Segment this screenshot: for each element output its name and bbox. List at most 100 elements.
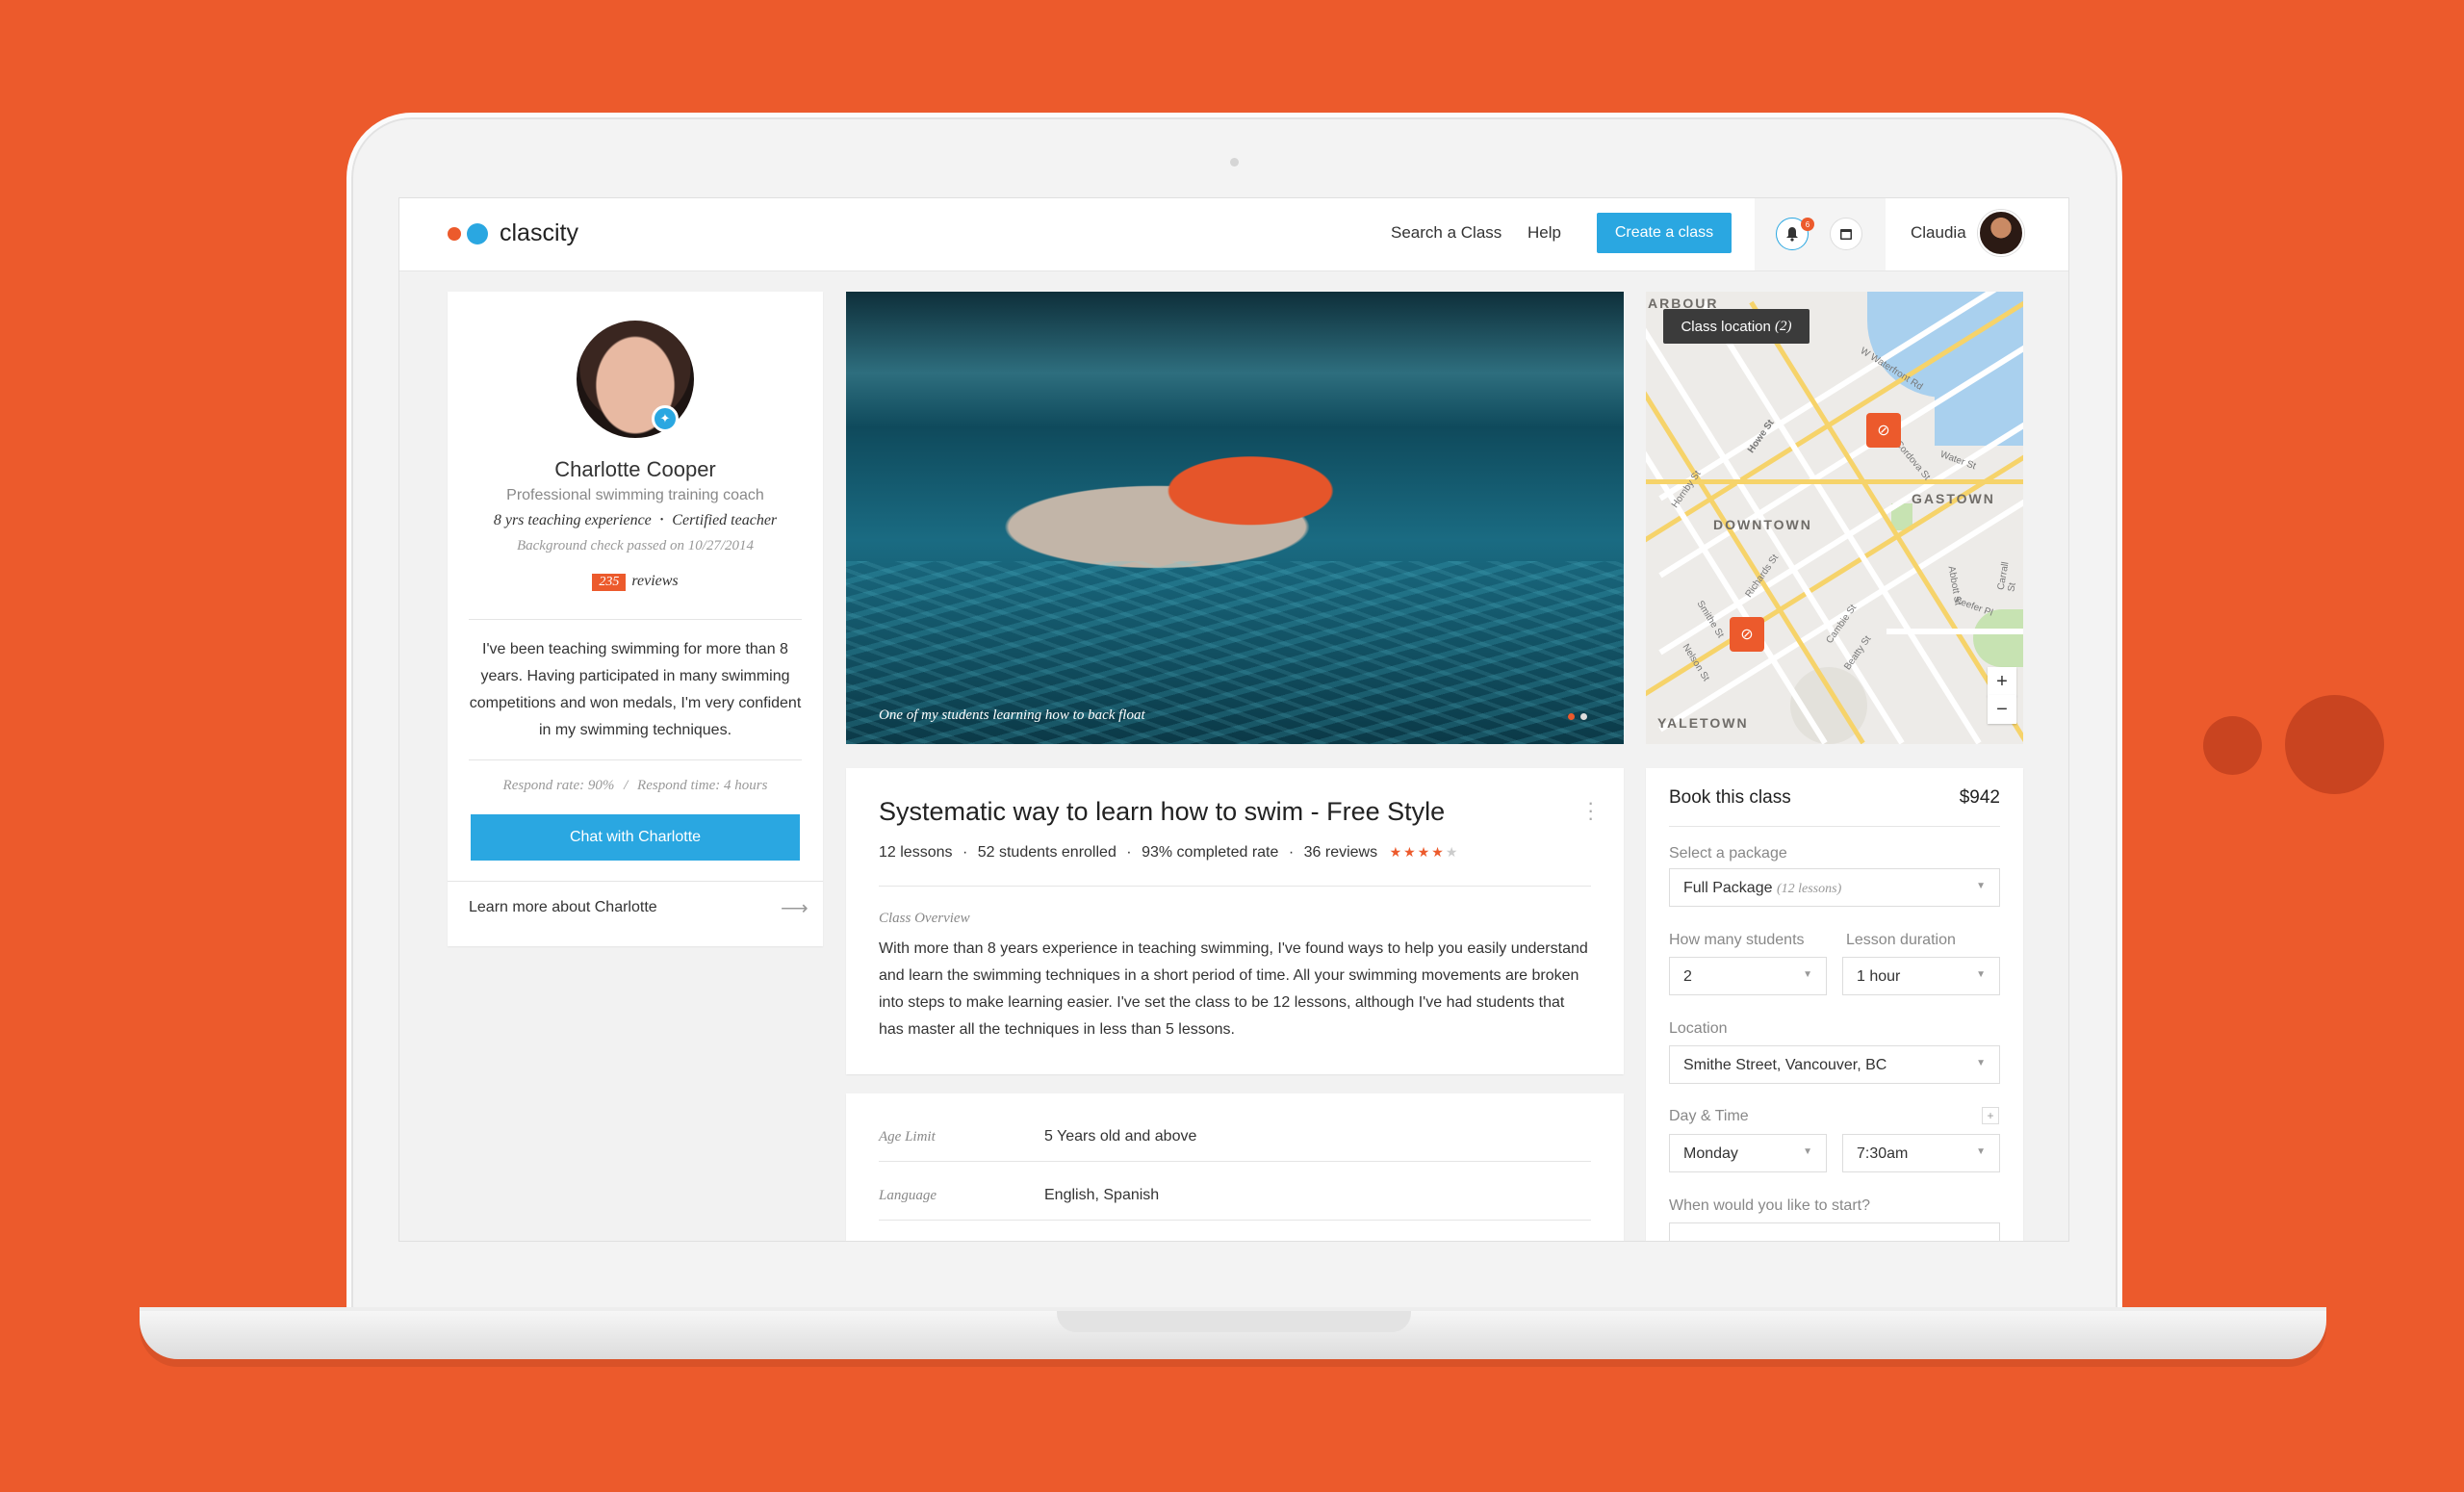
map-park: [1973, 609, 2023, 667]
start-date-input[interactable]: [1669, 1222, 2000, 1241]
age-limit-value: 5 Years old and above: [1044, 1128, 1197, 1145]
map-street-label: Carrall St: [1995, 560, 2018, 593]
teacher-title: Professional swimming training coach: [506, 487, 764, 503]
more-options-icon[interactable]: · · ·: [1587, 792, 1594, 829]
meta-separator: ·: [962, 844, 968, 861]
chevron-down-icon: ▼: [1803, 969, 1812, 980]
time-select[interactable]: 7:30am ▼: [1842, 1134, 2000, 1172]
map-street-label: Nelson St: [1680, 642, 1711, 683]
location-value: Smithe Street, Vancouver, BC: [1683, 1057, 1887, 1073]
package-value: Full Package: [1683, 880, 1773, 896]
chevron-down-icon: ▼: [1976, 881, 1986, 891]
zoom-out-button[interactable]: −: [1988, 695, 2016, 724]
carousel-dot-active[interactable]: [1568, 713, 1575, 720]
class-price: $942: [1959, 787, 2000, 808]
enrolled-count: 52 students enrolled: [977, 844, 1116, 861]
respond-separator: /: [624, 778, 629, 793]
age-limit-label: Age Limit: [879, 1129, 936, 1145]
chevron-down-icon: ▼: [1976, 1058, 1986, 1068]
add-time-icon[interactable]: +: [1982, 1107, 1999, 1124]
tooltip-label: Class location: [1681, 318, 1771, 335]
bell-icon: [1786, 227, 1798, 242]
background-check: Background check passed on 10/27/2014: [516, 538, 755, 553]
arrow-right-icon[interactable]: ⟶: [781, 896, 808, 920]
reviews-summary[interactable]: 235 reviews: [448, 573, 823, 591]
map-road: [1886, 629, 2023, 634]
map-street-label: Keefer Pl: [1953, 595, 1994, 619]
students-select[interactable]: 2 ▼: [1669, 957, 1827, 995]
header-icon-area: [1755, 198, 1886, 270]
class-stats: 12 lessons · 52 students enrolled · 93% …: [879, 844, 1459, 862]
booking-card: Book this class $942 Select a package Fu…: [1646, 768, 2023, 1241]
class-photo-carousel[interactable]: One of my students learning how to back …: [846, 292, 1624, 744]
review-count[interactable]: 36 reviews: [1304, 844, 1377, 861]
class-details-card: Age Limit 5 Years old and above Language…: [846, 1093, 1624, 1241]
location-label: Location: [1669, 1020, 1728, 1037]
daytime-label: Day & Time: [1669, 1108, 1749, 1124]
chevron-down-icon: ▼: [1976, 1146, 1986, 1157]
divider: [469, 619, 802, 620]
completion-rate: 93% completed rate: [1142, 844, 1279, 861]
class-location-map[interactable]: ARBOUR DOWNTOWN GASTOWN YALETOWN W Water…: [1646, 292, 2023, 744]
package-label: Select a package: [1669, 845, 1787, 862]
day-select[interactable]: Monday ▼: [1669, 1134, 1827, 1172]
calendar-button[interactable]: [1830, 218, 1862, 250]
class-info-card: Systematic way to learn how to swim - Fr…: [846, 768, 1624, 1074]
logo-dot-orange: [448, 226, 461, 241]
lesson-count: 12 lessons: [879, 844, 953, 861]
start-date-label: When would you like to start?: [1669, 1197, 1870, 1214]
rating-stars: ★★★★★: [1390, 844, 1460, 860]
divider: [448, 881, 823, 882]
teacher-bio: I've been teaching swimming for more tha…: [469, 641, 802, 738]
carousel-dot[interactable]: [1580, 713, 1587, 720]
tooltip-count: (2): [1775, 318, 1792, 334]
map-area-label: GASTOWN: [1912, 491, 1995, 506]
map-road-major: [1646, 479, 2023, 484]
location-select[interactable]: Smithe Street, Vancouver, BC ▼: [1669, 1045, 2000, 1084]
user-name[interactable]: Claudia: [1911, 223, 1966, 243]
learn-more-link[interactable]: Learn more about Charlotte: [469, 899, 657, 916]
location-pin-icon[interactable]: ⊘: [1866, 413, 1901, 448]
chat-button[interactable]: Chat with Charlotte: [471, 814, 800, 861]
divider: [1669, 826, 2000, 827]
decorative-circle-small: [2203, 716, 2262, 775]
package-select[interactable]: Full Package (12 lessons) ▼: [1669, 868, 2000, 907]
class-location-tooltip: Class location (2): [1663, 309, 1810, 344]
calendar-icon: [1840, 229, 1852, 240]
star-filled-icon: ★: [1389, 844, 1404, 860]
overview-label: Class Overview: [879, 911, 970, 926]
zoom-in-button[interactable]: +: [1988, 667, 2016, 696]
reviews-label: reviews: [631, 573, 679, 589]
teacher-profile-card: ✦ Charlotte Cooper Professional swimming…: [448, 292, 823, 946]
respond-rate: Respond rate: 90%: [502, 778, 615, 793]
divider: [469, 759, 802, 760]
map-street-label: Smithe St: [1694, 599, 1726, 640]
top-navbar: clascity Search a Class Help Create a cl…: [399, 198, 2068, 271]
teaching-experience: 8 yrs teaching experience: [493, 512, 652, 528]
create-class-button[interactable]: Create a class: [1597, 213, 1732, 253]
logo-dot-blue: [467, 222, 488, 244]
star-filled-icon: ★: [1431, 844, 1446, 860]
laptop-camera: [1230, 158, 1239, 167]
nav-help[interactable]: Help: [1527, 223, 1561, 243]
brand-logo[interactable]: clascity: [448, 219, 578, 247]
map-area-label: YALETOWN: [1657, 715, 1749, 731]
map-street-label: Howe St: [1745, 418, 1777, 455]
day-value: Monday: [1683, 1145, 1738, 1162]
students-value: 2: [1683, 968, 1692, 985]
star-filled-icon: ★: [1403, 844, 1418, 860]
chevron-down-icon: ▼: [1976, 969, 1986, 980]
user-avatar[interactable]: [1978, 210, 2024, 256]
laptop-notch: [1057, 1311, 1411, 1332]
app-screen: clascity Search a Class Help Create a cl…: [398, 197, 2069, 1242]
duration-select[interactable]: 1 hour ▼: [1842, 957, 2000, 995]
star-empty-icon: ★: [1445, 844, 1460, 860]
nav-search-class[interactable]: Search a Class: [1391, 223, 1502, 243]
language-label: Language: [879, 1188, 937, 1203]
respond-stats: Respond rate: 90% / Respond time: 4 hour…: [448, 778, 823, 794]
brand-name: clascity: [500, 219, 578, 246]
location-pin-icon[interactable]: ⊘: [1730, 617, 1764, 652]
teacher-name: Charlotte Cooper: [554, 457, 716, 481]
review-count-badge: 235: [592, 574, 627, 591]
language-value: English, Spanish: [1044, 1187, 1160, 1203]
